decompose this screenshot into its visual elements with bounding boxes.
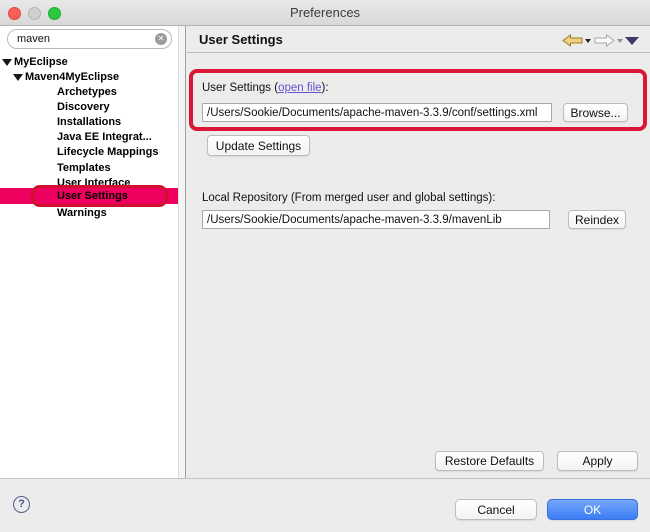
forward-arrow-icon[interactable]	[594, 34, 615, 47]
open-file-link[interactable]: open file	[278, 82, 321, 94]
main-panel: User Settings User Settings (open file):…	[187, 26, 650, 478]
tree-item-installations[interactable]: Installations	[0, 115, 178, 130]
cancel-button[interactable]: Cancel	[455, 499, 537, 520]
browse-button[interactable]: Browse...	[563, 103, 628, 122]
page-header: User Settings	[187, 26, 650, 53]
tree-item-templates[interactable]: Templates	[0, 161, 178, 176]
view-menu-icon[interactable]	[625, 37, 639, 45]
sidebar: ✕ MyEclipse Maven4MyEclipse Archetypes D…	[0, 26, 186, 478]
apply-button[interactable]: Apply	[557, 451, 638, 471]
tree-item-archetypes[interactable]: Archetypes	[0, 85, 178, 100]
user-settings-label: User Settings (open file):	[202, 82, 329, 94]
titlebar[interactable]: Preferences	[0, 0, 650, 26]
tree-item-discovery[interactable]: Discovery	[0, 100, 178, 115]
expander-triangle-icon[interactable]	[13, 74, 23, 81]
tree-item-lifecycle-mappings[interactable]: Lifecycle Mappings	[0, 145, 178, 160]
preferences-window: Preferences ✕ MyEclipse Maven4MyEclipse …	[0, 0, 650, 532]
tree-item-label: User Settings	[57, 190, 128, 202]
tree-item-label: Maven4MyEclipse	[25, 71, 119, 83]
reindex-button[interactable]: Reindex	[568, 210, 626, 229]
help-button[interactable]: ?	[13, 496, 30, 513]
dialog-footer: ? Cancel OK	[0, 478, 650, 532]
ok-button[interactable]: OK	[547, 499, 638, 520]
tree-item-label: Java EE Integrat...	[57, 131, 152, 143]
page-title: User Settings	[199, 32, 283, 47]
clear-search-icon[interactable]: ✕	[155, 33, 167, 45]
tree-item-label: Templates	[57, 162, 111, 174]
expander-triangle-icon[interactable]	[2, 59, 12, 66]
update-settings-button[interactable]: Update Settings	[207, 135, 310, 156]
search-input[interactable]	[17, 31, 147, 47]
back-history-dropdown-icon[interactable]	[585, 39, 591, 43]
tree-item-label: MyEclipse	[14, 56, 68, 68]
window-title: Preferences	[0, 5, 650, 20]
tree-item-myeclipse[interactable]: MyEclipse	[0, 55, 178, 70]
tree-item-warnings[interactable]: Warnings	[0, 206, 178, 221]
tree-item-label: Installations	[57, 116, 121, 128]
forward-history-dropdown-icon[interactable]	[617, 39, 623, 43]
local-repository-input[interactable]	[202, 210, 550, 229]
tree-item-user-settings[interactable]: User Settings	[0, 188, 178, 204]
tree-item-java-ee-integration[interactable]: Java EE Integrat...	[0, 130, 178, 145]
tree-item-label: Warnings	[57, 207, 107, 219]
tree-item-label: Discovery	[57, 101, 110, 113]
restore-defaults-button[interactable]: Restore Defaults	[435, 451, 544, 471]
settings-file-input[interactable]	[202, 103, 552, 122]
back-arrow-icon[interactable]	[562, 34, 583, 47]
local-repository-label: Local Repository (From merged user and g…	[202, 192, 495, 204]
tree-item-maven4myeclipse[interactable]: Maven4MyEclipse	[0, 70, 178, 85]
sidebar-scrollbar-track[interactable]	[178, 26, 185, 478]
search-field[interactable]: ✕	[7, 29, 172, 49]
tree-item-label: Archetypes	[57, 86, 117, 98]
tree-item-label: Lifecycle Mappings	[57, 146, 158, 158]
